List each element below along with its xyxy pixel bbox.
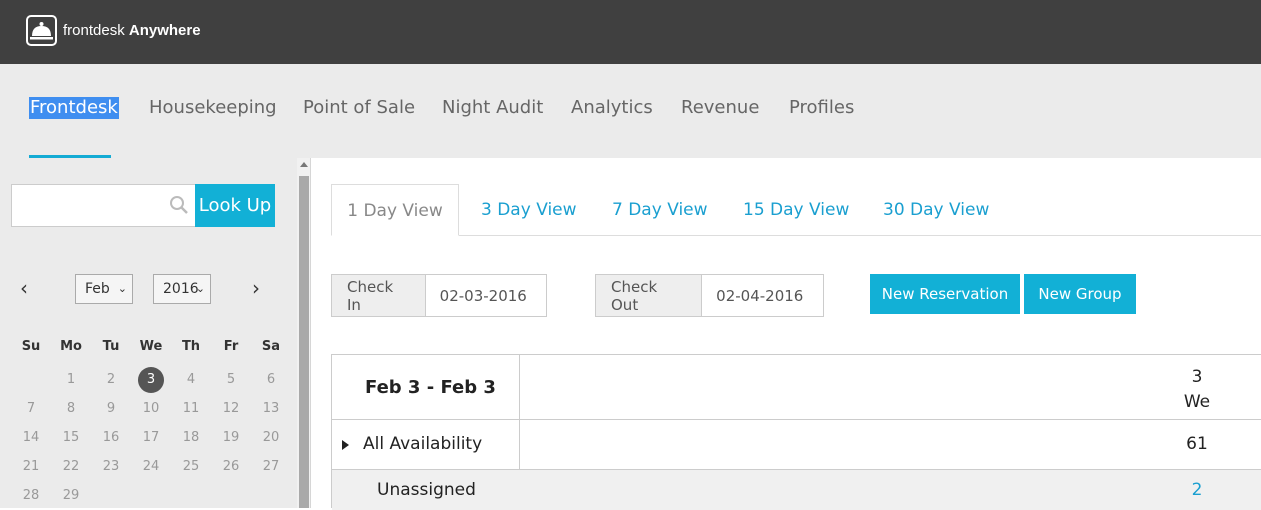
unassigned-count-link[interactable]: 2 bbox=[1177, 480, 1217, 500]
availability-grid: Feb 3 - Feb 3 3 We All Availability 61 U… bbox=[331, 354, 1261, 510]
table-row[interactable]: Unassigned 2 bbox=[332, 470, 1261, 510]
left-panel-scrollbar[interactable] bbox=[297, 158, 311, 508]
grid-header: Feb 3 - Feb 3 3 We bbox=[332, 355, 1261, 420]
calendar-day[interactable]: 17 bbox=[136, 430, 166, 445]
calendar-day[interactable]: 13 bbox=[256, 401, 286, 416]
day-number: 3 bbox=[1191, 367, 1203, 387]
nav-item-point-of-sale[interactable]: Point of Sale bbox=[303, 97, 415, 118]
nav-item-profiles[interactable]: Profiles bbox=[789, 97, 854, 118]
weekday-header: Tu bbox=[102, 339, 120, 354]
calendar-day[interactable]: 22 bbox=[56, 459, 86, 474]
tab-1-day-view[interactable]: 1 Day View bbox=[331, 184, 459, 236]
brand-name-regular: frontdesk bbox=[63, 22, 125, 39]
calendar-day[interactable]: 21 bbox=[16, 459, 46, 474]
brand-name-bold: Anywhere bbox=[128, 22, 201, 39]
tab-15-day-view[interactable]: 15 Day View bbox=[743, 200, 849, 220]
search-input[interactable] bbox=[11, 184, 196, 227]
weekday-header: We bbox=[139, 339, 163, 354]
nav-item-revenue[interactable]: Revenue bbox=[681, 97, 759, 118]
check-in-group: Check In 02-03-2016 bbox=[331, 274, 547, 317]
calendar-day[interactable]: 29 bbox=[56, 488, 86, 503]
calendar-day[interactable]: 4 bbox=[176, 372, 206, 387]
weekday-header: Su bbox=[21, 339, 41, 354]
tabs-divider bbox=[331, 235, 1261, 236]
calendar-day[interactable]: 11 bbox=[176, 401, 206, 416]
nav-item-analytics[interactable]: Analytics bbox=[571, 97, 653, 118]
row-label: Unassigned bbox=[377, 480, 476, 500]
tab-30-day-view[interactable]: 30 Day View bbox=[883, 200, 989, 220]
expand-triangle-icon[interactable] bbox=[342, 440, 349, 450]
top-bar: frontdesk Anywhere bbox=[0, 0, 1261, 64]
chevron-down-icon: ⌄ bbox=[117, 282, 127, 295]
calendar-day[interactable]: 8 bbox=[56, 401, 86, 416]
new-reservation-button[interactable]: New Reservation bbox=[870, 274, 1020, 314]
nav-item-night-audit[interactable]: Night Audit bbox=[442, 97, 543, 118]
column-divider bbox=[519, 355, 520, 470]
date-range-title: Feb 3 - Feb 3 bbox=[365, 377, 496, 398]
nav-item-housekeeping[interactable]: Housekeeping bbox=[149, 97, 277, 118]
check-out-group: Check Out 02-04-2016 bbox=[595, 274, 824, 317]
brand-logo[interactable]: frontdesk Anywhere bbox=[26, 15, 201, 46]
calendar-day[interactable]: 23 bbox=[96, 459, 126, 474]
calendar-day[interactable]: 25 bbox=[176, 459, 206, 474]
calendar-day[interactable]: 10 bbox=[136, 401, 166, 416]
month-select[interactable]: Feb ⌄ bbox=[75, 274, 133, 304]
weekday-header: Fr bbox=[223, 339, 239, 354]
scrollbar-thumb[interactable] bbox=[299, 176, 309, 508]
day-name: We bbox=[1183, 392, 1211, 412]
year-select-value: 2016 bbox=[163, 281, 199, 297]
calendar-day[interactable]: 7 bbox=[16, 401, 46, 416]
brand-name: frontdesk Anywhere bbox=[63, 22, 201, 39]
weekday-header: Mo bbox=[60, 339, 82, 354]
calendar-day[interactable]: 14 bbox=[16, 430, 46, 445]
year-select[interactable]: 2016 ⌄ bbox=[153, 274, 211, 304]
day-column-header: 3 We bbox=[1177, 365, 1217, 415]
calendar-day[interactable]: 20 bbox=[256, 430, 286, 445]
check-in-label: Check In bbox=[332, 275, 426, 316]
calendar-day[interactable]: 15 bbox=[56, 430, 86, 445]
calendar-day[interactable]: 28 bbox=[16, 488, 46, 503]
calendar-day[interactable]: 6 bbox=[256, 372, 286, 387]
calendar-day[interactable]: 16 bbox=[96, 430, 126, 445]
search-icon[interactable] bbox=[169, 195, 189, 215]
next-month-button[interactable]: › bbox=[252, 276, 260, 300]
chevron-down-icon: ⌄ bbox=[195, 282, 205, 295]
prev-month-button[interactable]: ‹ bbox=[20, 276, 28, 300]
calendar-day[interactable]: 9 bbox=[96, 401, 126, 416]
main-nav: Frontdesk Housekeeping Point of Sale Nig… bbox=[0, 64, 1261, 158]
calendar-day[interactable]: 3 bbox=[136, 372, 166, 387]
calendar-day[interactable]: 24 bbox=[136, 459, 166, 474]
row-label: All Availability bbox=[363, 434, 483, 454]
weekday-header: Sa bbox=[261, 339, 281, 354]
check-out-label: Check Out bbox=[596, 275, 703, 316]
calendar-day[interactable]: 1 bbox=[56, 372, 86, 387]
nav-item-frontdesk[interactable]: Frontdesk bbox=[29, 97, 119, 119]
service-bell-icon bbox=[26, 15, 57, 46]
calendar-day[interactable]: 5 bbox=[216, 372, 246, 387]
calendar-day[interactable]: 12 bbox=[216, 401, 246, 416]
tab-7-day-view[interactable]: 7 Day View bbox=[612, 200, 708, 220]
new-group-button[interactable]: New Group bbox=[1024, 274, 1136, 314]
scroll-up-icon[interactable] bbox=[300, 162, 308, 167]
check-in-field[interactable]: 02-03-2016 bbox=[425, 275, 546, 316]
weekday-header: Th bbox=[181, 339, 201, 354]
month-select-value: Feb bbox=[85, 281, 110, 297]
calendar-day[interactable]: 26 bbox=[216, 459, 246, 474]
calendar-day[interactable]: 27 bbox=[256, 459, 286, 474]
calendar-day[interactable]: 18 bbox=[176, 430, 206, 445]
check-out-field[interactable]: 02-04-2016 bbox=[702, 275, 823, 316]
calendar-day[interactable]: 2 bbox=[96, 372, 126, 387]
calendar-day[interactable]: 19 bbox=[216, 430, 246, 445]
table-row[interactable]: All Availability 61 bbox=[332, 420, 1261, 470]
look-up-button[interactable]: Look Up bbox=[195, 184, 275, 227]
row-value: 61 bbox=[1186, 434, 1208, 454]
tab-3-day-view[interactable]: 3 Day View bbox=[481, 200, 577, 220]
